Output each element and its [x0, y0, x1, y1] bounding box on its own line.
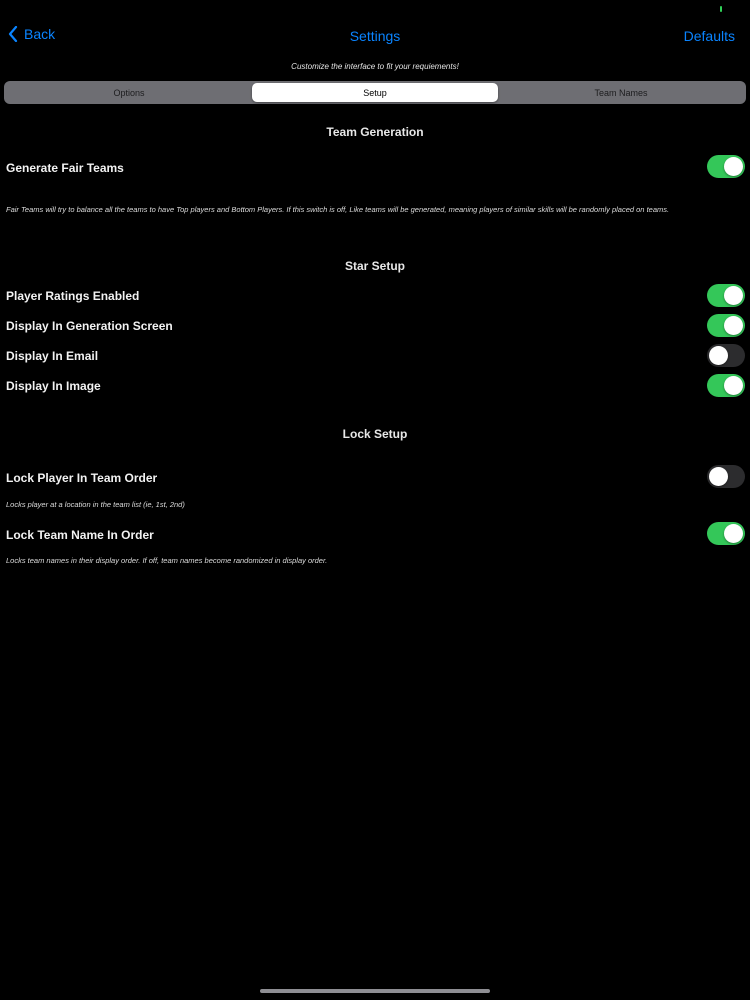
player-ratings-toggle[interactable] — [707, 284, 745, 307]
generate-fair-teams-toggle[interactable] — [707, 155, 745, 178]
display-in-email-toggle[interactable] — [707, 344, 745, 367]
display-in-email-label: Display In Email — [6, 349, 99, 363]
subtitle: Customize the interface to fit your requ… — [291, 62, 459, 71]
battery-indicator — [720, 6, 722, 12]
tab-setup[interactable]: Setup — [252, 83, 498, 102]
lock-team-name-order-description: Locks team names in their display order.… — [6, 556, 328, 565]
toggle-knob — [724, 286, 743, 305]
home-indicator[interactable] — [260, 989, 490, 993]
settings-screen: Back Settings Defaults Customize the int… — [0, 0, 750, 1000]
lock-player-order-description: Locks player at a location in the team l… — [6, 500, 185, 509]
lock-team-name-order-toggle[interactable] — [707, 522, 745, 545]
display-generation-screen-toggle[interactable] — [707, 314, 745, 337]
lock-team-name-order-label: Lock Team Name In Order — [6, 528, 154, 542]
toggle-knob — [709, 467, 728, 486]
defaults-button[interactable]: Defaults — [684, 28, 735, 44]
toggle-knob — [709, 346, 728, 365]
tab-team-names[interactable]: Team Names — [498, 83, 744, 102]
display-generation-screen-label: Display In Generation Screen — [6, 319, 173, 333]
tab-options[interactable]: Options — [6, 83, 252, 102]
toggle-knob — [724, 376, 743, 395]
page-title: Settings — [349, 28, 401, 44]
toggle-knob — [724, 524, 743, 543]
display-in-image-toggle[interactable] — [707, 374, 745, 397]
navigation-bar: Back Settings Defaults — [0, 20, 750, 52]
section-title-team-generation: Team Generation — [326, 125, 424, 139]
toggle-knob — [724, 157, 743, 176]
lock-player-order-toggle[interactable] — [707, 465, 745, 488]
toggle-knob — [724, 316, 743, 335]
section-title-lock-setup: Lock Setup — [342, 427, 408, 441]
section-title-star-setup: Star Setup — [344, 259, 405, 273]
fair-teams-description: Fair Teams will try to balance all the t… — [6, 205, 670, 214]
generate-fair-teams-label: Generate Fair Teams — [6, 161, 124, 175]
display-in-image-label: Display In Image — [6, 379, 101, 393]
segmented-control: Options Setup Team Names — [4, 81, 746, 104]
player-ratings-label: Player Ratings Enabled — [6, 289, 140, 303]
lock-player-order-label: Lock Player In Team Order — [6, 471, 158, 485]
